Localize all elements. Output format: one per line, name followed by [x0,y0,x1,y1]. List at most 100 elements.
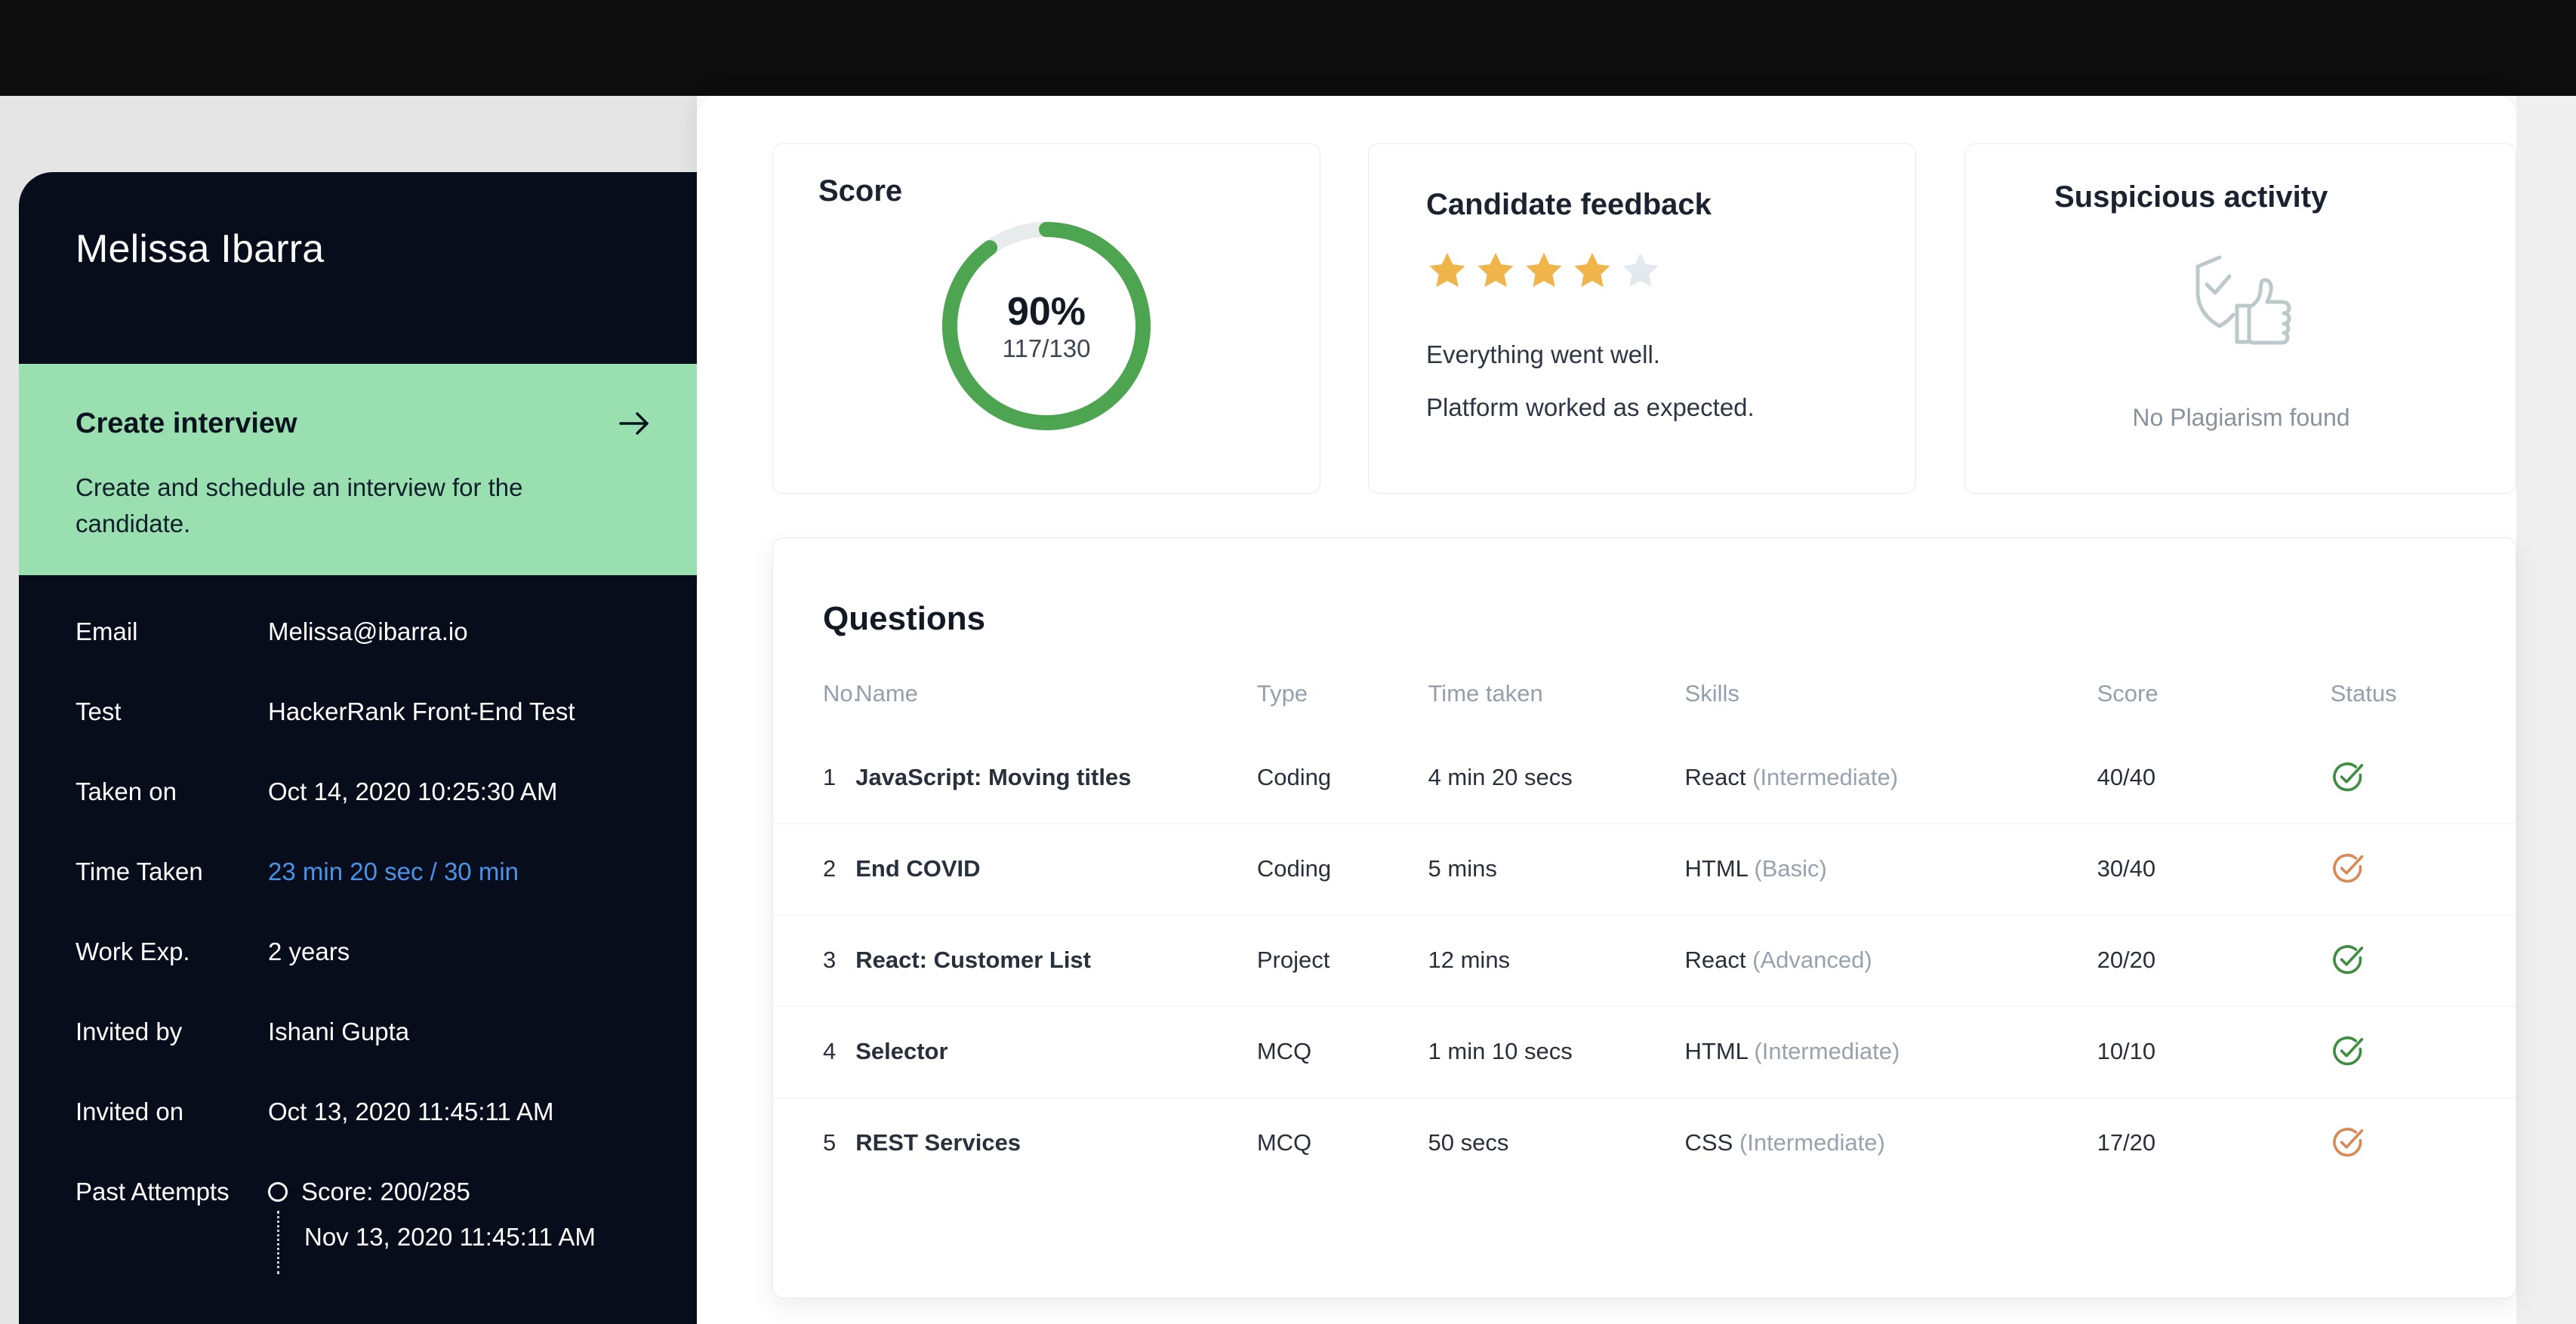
cell-skills: HTML (Basic) [1684,824,2097,916]
questions-table-head: No. Name Type Time taken Skills Score St… [773,680,2516,733]
score-percent: 90% [1006,289,1086,334]
skill-name: React [1684,947,1746,973]
cell-name[interactable]: JavaScript: Moving titles [855,733,1257,824]
cell-skills: React (Intermediate) [1685,733,2097,824]
column-header-type[interactable]: Type [1257,680,1428,733]
feedback-line-1: Everything went well. [1426,340,1660,368]
column-header-score[interactable]: Score [2097,680,2331,733]
cell-status [2330,915,2516,1007]
cell-name[interactable]: End COVID [855,824,1257,916]
cell-type: MCQ [1256,1098,1428,1189]
cell-status [2331,733,2516,824]
table-row[interactable]: 1 JavaScript: Moving titles Coding 4 min… [773,733,2516,824]
timeline-connector [277,1211,279,1274]
column-header-status[interactable]: Status [2331,680,2516,733]
detail-row-work-exp: Work Exp. 2 years [19,938,697,1018]
cell-name[interactable]: Selector [855,1006,1257,1098]
score-card-title: Score [818,174,903,208]
score-donut-chart: 90% 117/130 [937,217,1156,436]
star-filled-icon [1574,252,1610,288]
candidate-name: Melissa Ibarra [75,227,325,271]
cell-score: 17/20 [2097,1098,2331,1189]
suspicious-activity-card: Suspicious activity No Plagiarism found [1964,143,2516,494]
detail-value: Ishani Gupta [268,1018,410,1045]
column-header-skills[interactable]: Skills [1685,680,2097,733]
star-empty-icon [1622,252,1659,288]
create-interview-cta[interactable]: Create interview Create and schedule an … [19,364,697,575]
table-row[interactable]: 5 REST Services MCQ 50 secs CSS (Interme… [773,1098,2516,1189]
star-filled-icon [1429,252,1465,288]
cell-no: 4 [773,1006,856,1098]
cell-no: 3 [773,915,856,1007]
cell-score: 40/40 [2097,764,2156,790]
cell-time: 50 secs [1428,1098,1685,1189]
cell-score: 30/40 [2097,824,2331,916]
skill-level: (Advanced) [1752,947,1872,973]
candidate-feedback-card: Candidate feedback Everything went well.… [1368,143,1916,494]
candidate-details-list: Email Melissa@ibarra.io Test HackerRank … [19,617,697,1274]
star-filled-icon [1526,252,1562,288]
detail-label: Test [75,697,122,725]
cell-status [2330,1006,2516,1098]
column-header-time[interactable]: Time taken [1428,680,1685,733]
cell-no: 1 [823,764,837,790]
detail-value-time-taken: 23 min 20 sec / 30 min [268,858,519,885]
past-attempt-date: Nov 13, 2020 11:45:11 AM [304,1223,596,1251]
score-fraction: 117/130 [1002,334,1091,362]
timeline-dot-icon [268,1182,288,1202]
column-header-no[interactable]: No. [773,680,859,733]
cell-skills: HTML (Intermediate) [1684,1006,2097,1098]
questions-table: No. Name Type Time taken Skills Score St… [773,680,2516,1189]
detail-row-time-taken: Time Taken 23 min 20 sec / 30 min [19,858,697,938]
check-circle-green-icon [2332,945,2363,975]
questions-table-body: 1 JavaScript: Moving titles Coding 4 min… [773,733,2516,1189]
cell-name[interactable]: React: Customer List [855,915,1257,1007]
create-interview-title: Create interview [75,408,297,439]
cell-name[interactable]: REST Services [855,1098,1257,1189]
cell-status [2330,1098,2516,1189]
star-filled-icon [1478,252,1514,288]
cell-no: 5 [773,1098,856,1189]
table-header-row: No. Name Type Time taken Skills Score St… [773,680,2516,733]
past-attempts-label: Past Attempts [75,1178,230,1205]
detail-row-invited-on: Invited on Oct 13, 2020 11:45:11 AM [19,1098,697,1178]
detail-row-taken-on: Taken on Oct 14, 2020 10:25:30 AM [19,777,697,858]
detail-value: Oct 13, 2020 11:45:11 AM [268,1098,554,1125]
plagiarism-status-text: No Plagiarism found [2132,404,2350,431]
table-row[interactable]: 2 End COVID Coding 5 mins HTML (Basic) 3… [773,824,2516,916]
questions-card: Questions No. Name Type Time taken Skill… [772,537,2516,1298]
past-attempt-item[interactable]: Score: 200/285 [268,1178,691,1274]
table-row[interactable]: 4 Selector MCQ 1 min 10 secs HTML (Inter… [773,1006,2516,1098]
score-donut-labels: 90% 117/130 [937,217,1156,436]
score-card: Score 90% 117/130 [772,143,1320,494]
feedback-card-title: Candidate feedback [1426,188,1712,221]
cell-no: 2 [773,824,856,916]
detail-label: Invited by [75,1018,183,1045]
shield-thumbs-up-icon [2184,251,2297,349]
cell-type: Project [1256,915,1428,1007]
table-row[interactable]: 3 React: Customer List Project 12 mins R… [773,915,2516,1007]
check-circle-orange-icon [2332,1128,2363,1157]
detail-label: Work Exp. [75,938,190,965]
column-header-name[interactable]: Name [855,680,1257,733]
cell-time: 4 min 20 secs [1428,764,1573,790]
check-circle-orange-icon [2332,854,2363,883]
detail-value: Melissa@ibarra.io [268,617,468,645]
detail-value: 2 years [268,938,350,965]
cell-time: 5 mins [1428,824,1685,916]
suspicious-card-title: Suspicious activity [2054,180,2328,214]
cell-score: 20/20 [2097,915,2331,1007]
cell-skills: React (Advanced) [1684,915,2097,1007]
questions-title: Questions [823,600,986,637]
candidate-sidebar: Melissa Ibarra Create interview Create a… [19,172,697,1324]
past-attempt-score: Score: 200/285 [301,1178,470,1205]
cell-time: 12 mins [1428,915,1685,1007]
arrow-right-icon [617,406,652,441]
rating-stars [1426,250,1662,292]
detail-label: Invited on [75,1098,184,1125]
cell-score: 10/10 [2097,1006,2331,1098]
skill-name: HTML [1684,1038,1748,1064]
skill-name: HTML [1684,855,1748,882]
detail-value: Oct 14, 2020 10:25:30 AM [268,777,558,805]
check-circle-green-icon [2332,762,2363,792]
